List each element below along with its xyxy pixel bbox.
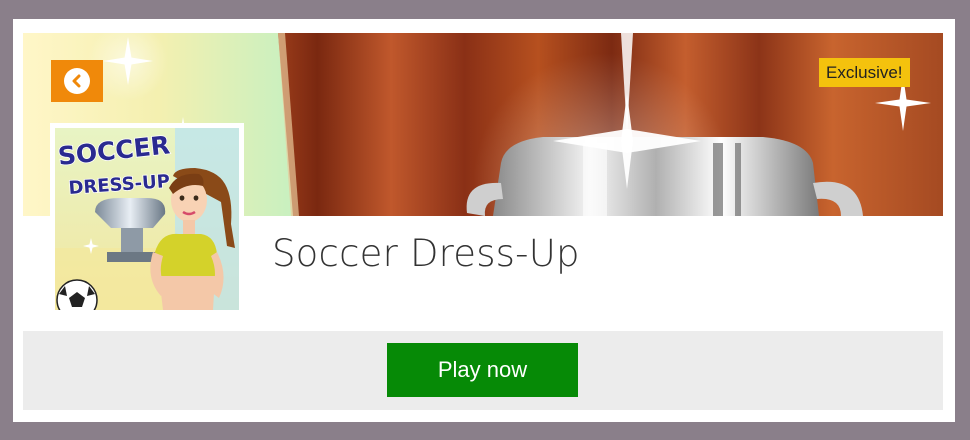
play-bar: Play now [23,331,943,410]
play-now-button[interactable]: Play now [387,343,578,397]
game-card: Exclusive! SOCCER DRESS-UP Soccer Dress-… [13,19,955,422]
game-thumbnail: SOCCER DRESS-UP [50,123,244,315]
chevron-left-icon [64,68,90,94]
exclusive-badge: Exclusive! [819,58,910,87]
game-title: Soccer Dress-Up [272,232,580,275]
back-button[interactable] [51,60,103,102]
